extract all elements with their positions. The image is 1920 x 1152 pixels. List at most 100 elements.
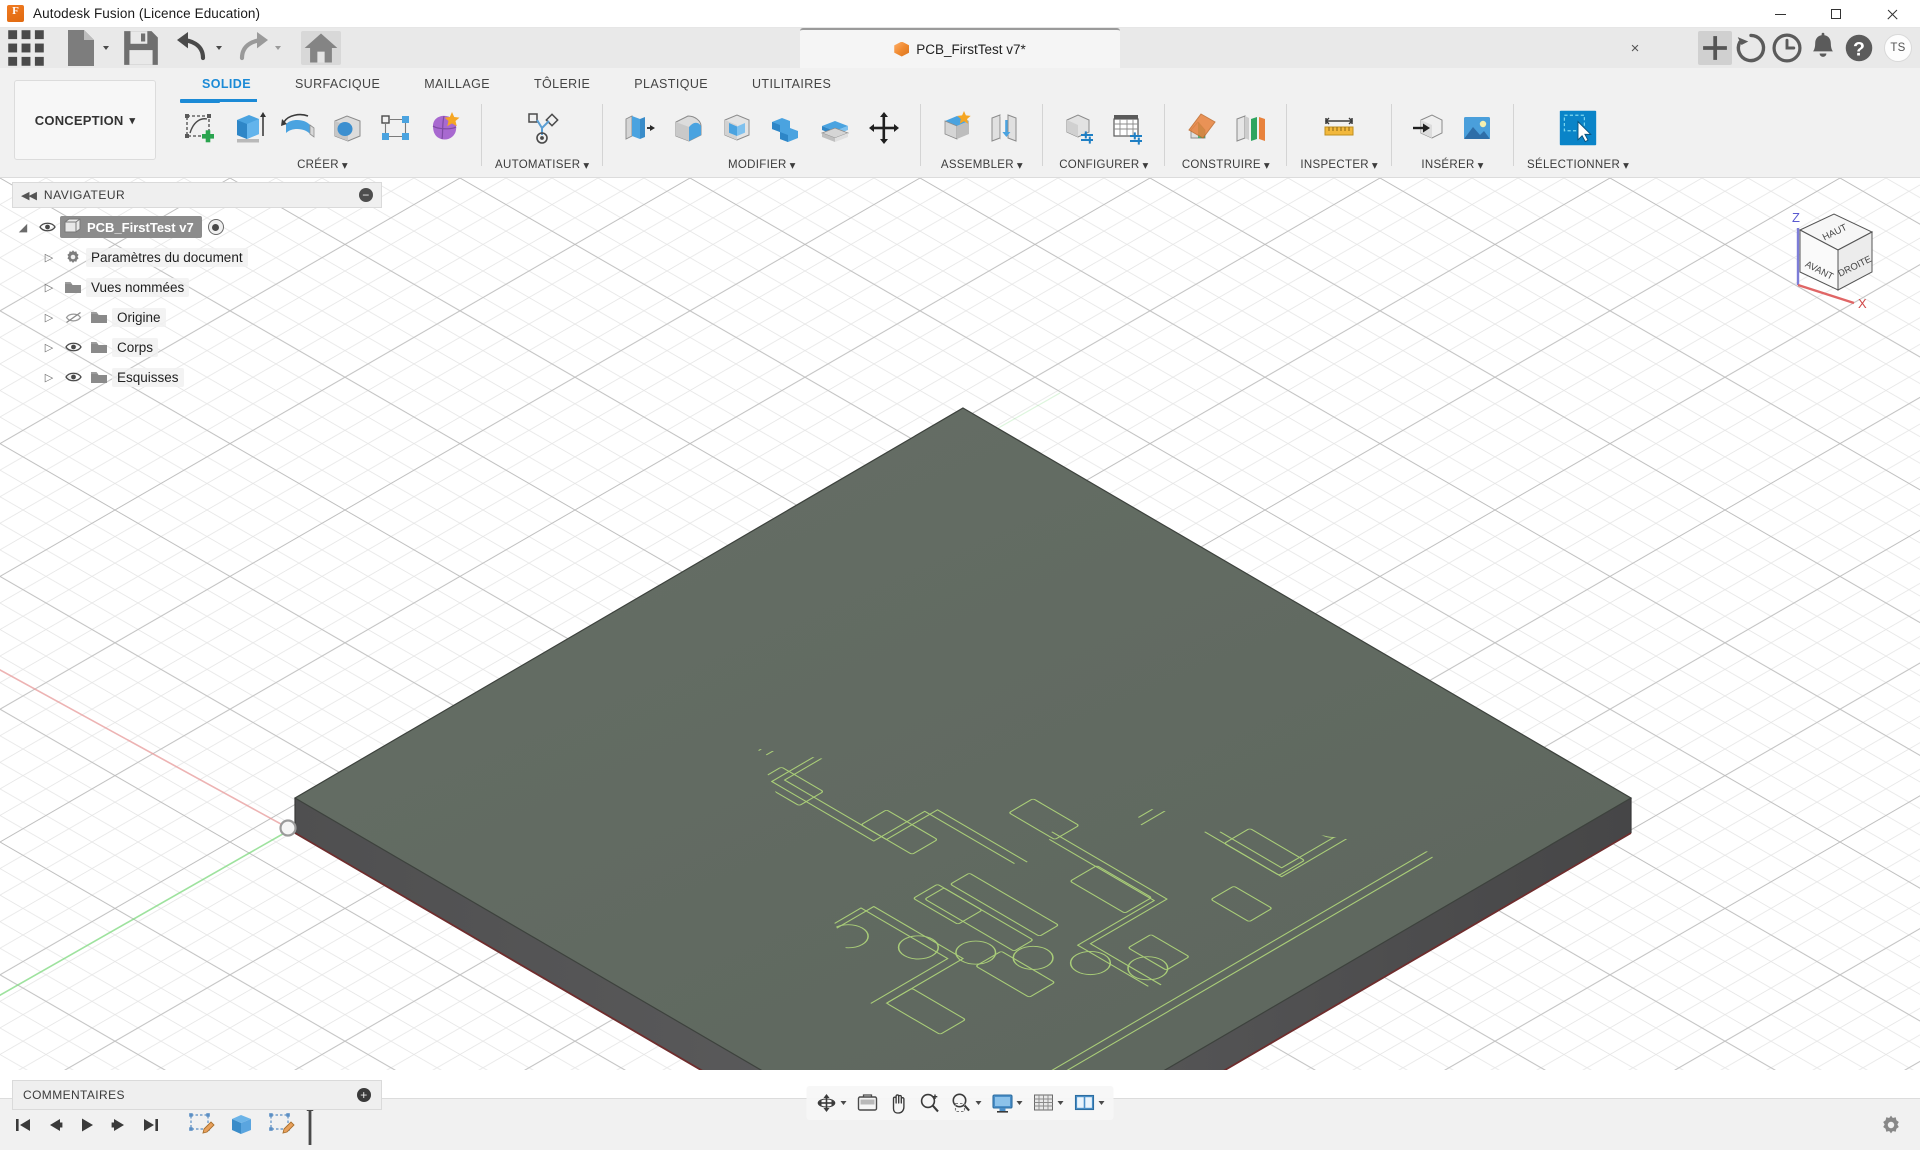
move-copy-icon[interactable]: [861, 103, 907, 153]
help-icon[interactable]: ?: [1842, 31, 1876, 65]
add-comment-icon[interactable]: +: [357, 1088, 371, 1102]
offset-plane-icon[interactable]: [1227, 103, 1273, 153]
expand-twisty-icon[interactable]: ▷: [38, 371, 60, 384]
panel-selectionner-label[interactable]: SÉLECTIONNER ▾: [1527, 156, 1629, 174]
tree-row-document-settings[interactable]: ▷ Paramètres du document: [12, 242, 382, 272]
visibility-eye-icon[interactable]: [60, 341, 86, 353]
expand-twisty-icon[interactable]: ▷: [38, 281, 60, 294]
home-icon[interactable]: [301, 31, 341, 65]
visibility-eye-icon[interactable]: [34, 221, 60, 233]
insert-derive-icon[interactable]: [1405, 103, 1451, 153]
tab-solide[interactable]: SOLIDE: [180, 68, 273, 100]
pan-hand-icon[interactable]: [884, 1088, 914, 1118]
panel-automatiser-label[interactable]: AUTOMATISER ▾: [495, 156, 589, 174]
tab-surfacique[interactable]: SURFACIQUE: [273, 68, 402, 100]
panel-construire-label[interactable]: CONSTRUIRE ▾: [1182, 156, 1270, 174]
viewport-layout-caret[interactable]: [1099, 1101, 1105, 1105]
tree-row-root[interactable]: ◢ PCB_FirstTest v7: [12, 212, 382, 242]
panel-assembler-label[interactable]: ASSEMBLER ▾: [941, 156, 1023, 174]
shell-icon[interactable]: [714, 103, 760, 153]
job-status-clock-icon[interactable]: [1770, 31, 1804, 65]
close-button[interactable]: [1864, 0, 1920, 28]
expand-twisty-icon[interactable]: ▷: [38, 341, 60, 354]
display-settings-icon[interactable]: [987, 1088, 1028, 1118]
tree-row-origin[interactable]: ▷ Origine: [12, 302, 382, 332]
add-tab-icon[interactable]: [1698, 31, 1732, 65]
view-cube[interactable]: Z X HAUT AVANT DROITE: [1770, 190, 1890, 310]
press-pull-icon[interactable]: [616, 103, 662, 153]
tab-maillage[interactable]: MAILLAGE: [402, 68, 512, 100]
panel-creer-label[interactable]: CRÉER ▾: [297, 156, 348, 174]
revolve-icon[interactable]: [275, 103, 321, 153]
redo-icon[interactable]: [232, 31, 281, 65]
timeline-settings-gear-icon[interactable]: [1876, 1110, 1906, 1140]
minimize-button[interactable]: [1752, 0, 1808, 28]
combine-icon[interactable]: [763, 103, 809, 153]
configuration-icon[interactable]: [1056, 103, 1102, 153]
tree-row-sketches[interactable]: ▷ Esquisses: [12, 362, 382, 392]
construction-plane-icon[interactable]: [1178, 103, 1224, 153]
skip-to-start-icon[interactable]: [8, 1110, 38, 1140]
document-tab[interactable]: PCB_FirstTest v7*: [800, 28, 1120, 68]
split-face-icon[interactable]: [812, 103, 858, 153]
extrude-icon[interactable]: [226, 103, 272, 153]
joint-icon[interactable]: [983, 103, 1029, 153]
redo-caret[interactable]: [275, 46, 281, 50]
app-grid-icon[interactable]: [6, 31, 46, 65]
navigator-header[interactable]: ◀◀ NAVIGATEUR −: [12, 182, 382, 208]
comments-panel[interactable]: COMMENTAIRES +: [12, 1080, 382, 1110]
zoom-in-icon[interactable]: [914, 1088, 946, 1118]
visibility-eye-icon[interactable]: [60, 371, 86, 383]
tab-plastique[interactable]: PLASTIQUE: [612, 68, 730, 100]
create-sketch-icon[interactable]: [177, 103, 223, 153]
grid-snaps-icon[interactable]: [1028, 1088, 1069, 1118]
sync-refresh-icon[interactable]: [1734, 31, 1768, 65]
viewport-layout-icon[interactable]: [1069, 1088, 1110, 1118]
orbit-icon[interactable]: [811, 1088, 852, 1118]
avatar[interactable]: TS: [1884, 34, 1912, 62]
skip-to-end-icon[interactable]: [136, 1110, 166, 1140]
notifications-bell-icon[interactable]: [1806, 31, 1840, 65]
collapse-left-icon[interactable]: ◀◀: [21, 189, 36, 202]
new-file-icon[interactable]: [60, 31, 109, 65]
zoom-window-icon[interactable]: [946, 1088, 987, 1118]
component-activate-radio[interactable]: [208, 219, 224, 235]
orbit-caret[interactable]: [841, 1101, 847, 1105]
expand-twisty-icon[interactable]: ▷: [38, 311, 60, 324]
select-tool-icon[interactable]: [1555, 103, 1601, 153]
timeline-sketch-1[interactable]: [182, 1105, 222, 1145]
timeline-extrude-1[interactable]: [222, 1105, 262, 1145]
panel-minimize-icon[interactable]: −: [359, 188, 373, 202]
workspace-selector[interactable]: CONCEPTION ▾: [14, 80, 156, 160]
panel-configurer-label[interactable]: CONFIGURER ▾: [1059, 156, 1148, 174]
grid-snaps-caret[interactable]: [1058, 1101, 1064, 1105]
origin-point-marker[interactable]: [281, 821, 296, 836]
tab-close-icon[interactable]: ×: [1625, 38, 1645, 58]
look-at-icon[interactable]: [852, 1088, 884, 1118]
insert-canvas-image-icon[interactable]: [1454, 103, 1500, 153]
maximize-button[interactable]: [1808, 0, 1864, 28]
step-forward-icon[interactable]: [104, 1110, 134, 1140]
hole-icon[interactable]: [324, 103, 370, 153]
configuration-table-icon[interactable]: [1105, 103, 1151, 153]
panel-inspecter-label[interactable]: INSPECTER ▾: [1300, 156, 1378, 174]
automated-modeling-icon[interactable]: [519, 103, 565, 153]
new-file-caret[interactable]: [103, 46, 109, 50]
undo-caret[interactable]: [216, 46, 222, 50]
zoom-window-caret[interactable]: [976, 1101, 982, 1105]
new-component-icon[interactable]: [934, 103, 980, 153]
tree-row-named-views[interactable]: ▷ Vues nommées: [12, 272, 382, 302]
form-sculpt-icon[interactable]: [422, 103, 468, 153]
timeline-sketch-2[interactable]: [262, 1105, 302, 1145]
undo-icon[interactable]: [173, 31, 222, 65]
rectangular-pattern-icon[interactable]: [373, 103, 419, 153]
save-icon[interactable]: [121, 31, 161, 65]
tree-row-bodies[interactable]: ▷ Corps: [12, 332, 382, 362]
step-backward-icon[interactable]: [40, 1110, 70, 1140]
measure-ruler-icon[interactable]: [1316, 103, 1362, 153]
fillet-icon[interactable]: [665, 103, 711, 153]
expand-twisty-icon[interactable]: ▷: [38, 251, 60, 264]
tab-utilitaires[interactable]: UTILITAIRES: [730, 68, 853, 100]
display-settings-caret[interactable]: [1017, 1101, 1023, 1105]
expand-twisty-icon[interactable]: ◢: [12, 221, 34, 234]
